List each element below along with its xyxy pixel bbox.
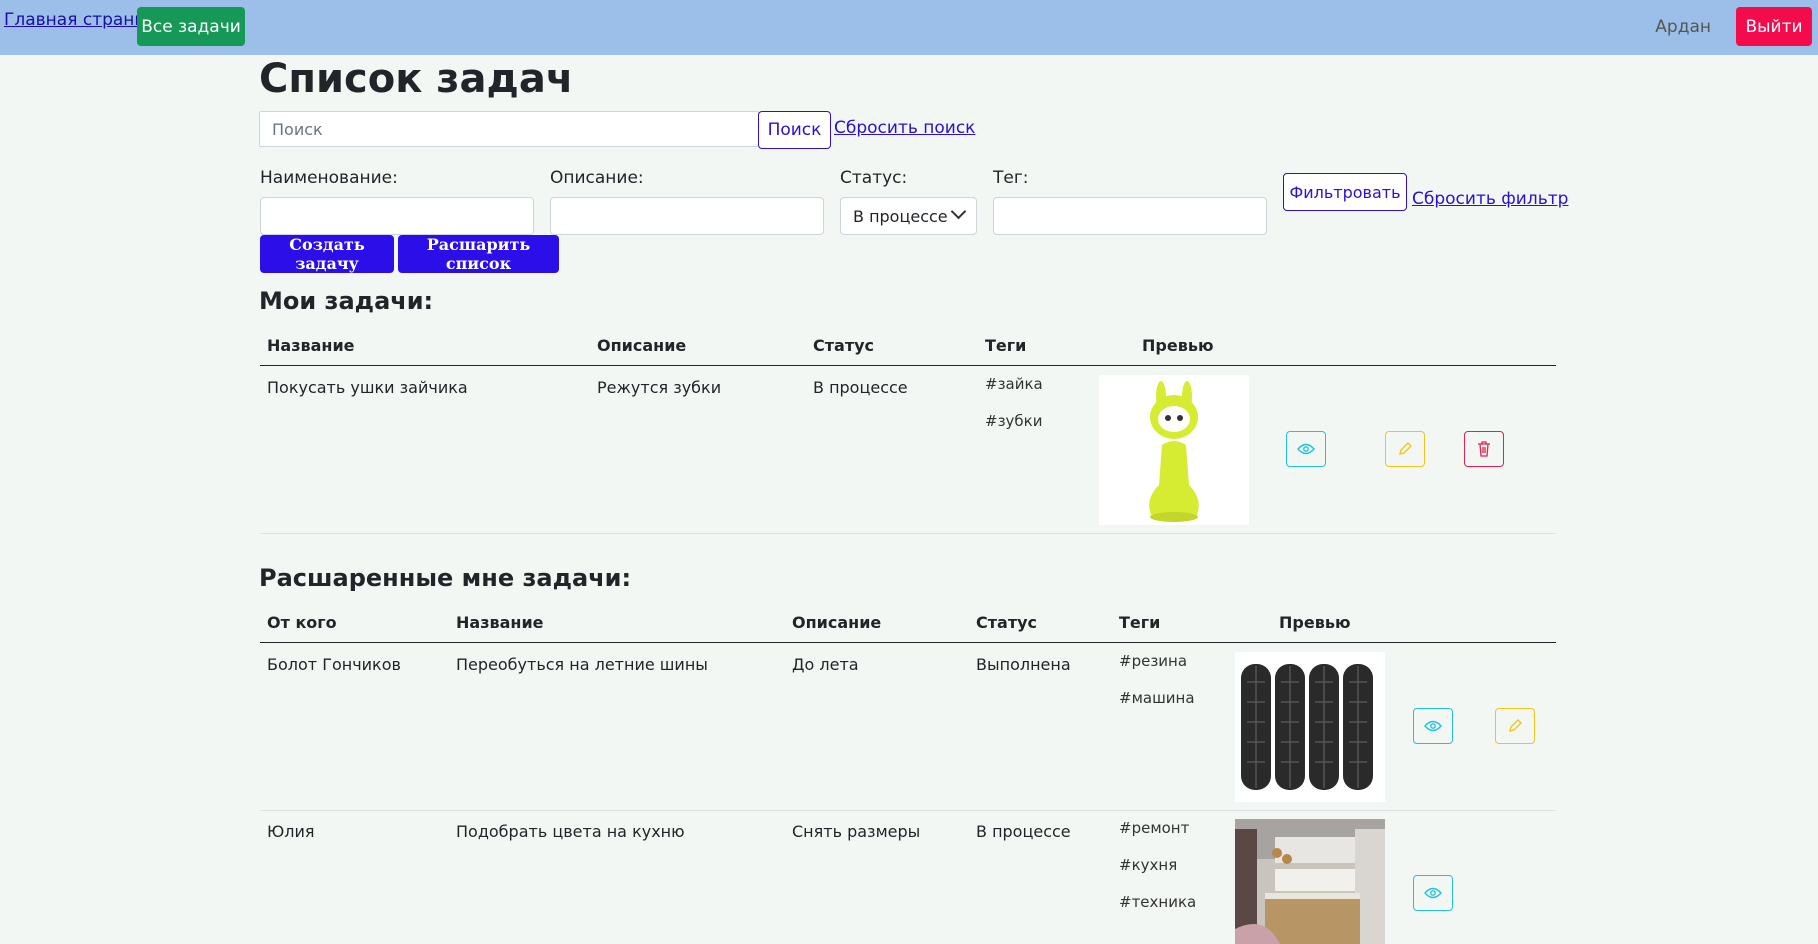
task-name: Переобуться на летние шины [456, 655, 708, 674]
column-header: Теги [985, 336, 1027, 355]
view-task-button[interactable] [1286, 431, 1326, 467]
delete-task-button[interactable] [1464, 431, 1504, 467]
task-name: Покусать ушки зайчика [267, 378, 468, 397]
filter-name-input[interactable] [260, 197, 534, 235]
filter-name-label: Наименование: [260, 168, 398, 188]
reset-search-link[interactable]: Сбросить поиск [834, 118, 975, 138]
column-header: Превью [1142, 336, 1214, 355]
row-divider [260, 533, 1556, 534]
task-from: Болот Гончиков [267, 655, 401, 674]
tires-icon [1235, 652, 1385, 802]
task-tag: #машина [1119, 689, 1195, 707]
task-from: Юлия [267, 822, 315, 841]
column-header: Название [267, 336, 355, 355]
navbar [0, 0, 1818, 55]
task-tag: #ремонт [1119, 819, 1190, 837]
search-input[interactable] [259, 111, 759, 147]
filter-tag-input[interactable] [993, 197, 1267, 235]
logout-button[interactable]: Выйти [1736, 7, 1812, 46]
create-task-button[interactable]: Создать задачу [260, 235, 394, 273]
filter-tag-label: Тег: [993, 168, 1029, 188]
filter-status-value: В процессе [853, 207, 948, 226]
column-header: Статус [976, 613, 1037, 632]
task-tag: #кухня [1119, 856, 1178, 874]
task-name: Подобрать цвета на кухню [456, 822, 685, 841]
edit-task-button[interactable] [1495, 708, 1535, 744]
task-tag: #зубки [985, 412, 1043, 430]
column-header: Описание [597, 336, 687, 355]
filter-status-select[interactable]: В процессе [840, 197, 977, 235]
task-description: Режутся зубки [597, 378, 722, 397]
eye-icon [1297, 443, 1315, 455]
task-preview-image [1235, 652, 1385, 802]
pencil-icon [1399, 442, 1412, 455]
trash-icon [1478, 441, 1490, 457]
task-preview-image [1099, 375, 1249, 525]
column-header: Теги [1119, 613, 1161, 632]
search-button[interactable]: Поиск [758, 111, 831, 149]
column-header: Превью [1279, 613, 1351, 632]
filter-description-input[interactable] [550, 197, 824, 235]
eye-icon [1424, 887, 1442, 899]
filter-button[interactable]: Фильтровать [1283, 173, 1407, 211]
username: Ардан [1655, 17, 1711, 37]
edit-task-button[interactable] [1385, 431, 1425, 467]
pencil-icon [1509, 719, 1522, 732]
task-tag: #техника [1119, 893, 1197, 911]
filter-status-label: Статус: [840, 168, 908, 188]
task-description: До лета [792, 655, 859, 674]
column-header: Название [456, 613, 544, 632]
share-list-button[interactable]: Расшарить список [398, 235, 559, 273]
table-header-divider [260, 365, 1556, 366]
column-header: Описание [792, 613, 882, 632]
view-task-button[interactable] [1413, 875, 1453, 911]
task-description: Снять размеры [792, 822, 921, 841]
eye-icon [1424, 720, 1442, 732]
all-tasks-button[interactable]: Все задачи [137, 7, 245, 46]
task-status: В процессе [813, 378, 908, 397]
bunny-toy-icon [1099, 375, 1249, 525]
column-header: Статус [813, 336, 874, 355]
task-tag: #зайка [985, 375, 1043, 393]
task-status: В процессе [976, 822, 1071, 841]
task-preview-image [1235, 819, 1385, 944]
task-tag: #резина [1119, 652, 1188, 670]
reset-filter-link[interactable]: Сбросить фильтр [1412, 189, 1568, 209]
my-tasks-title: Мои задачи: [259, 287, 434, 315]
page-title: Список задач [259, 56, 574, 102]
filter-description-label: Описание: [550, 168, 644, 188]
row-divider [260, 810, 1556, 811]
kitchen-icon [1235, 819, 1385, 944]
view-task-button[interactable] [1413, 708, 1453, 744]
task-status: Выполнена [976, 655, 1071, 674]
table-header-divider [260, 642, 1556, 643]
shared-tasks-title: Расшаренные мне задачи: [259, 564, 632, 592]
chevron-down-icon [950, 203, 967, 220]
column-header: От кого [267, 613, 337, 632]
